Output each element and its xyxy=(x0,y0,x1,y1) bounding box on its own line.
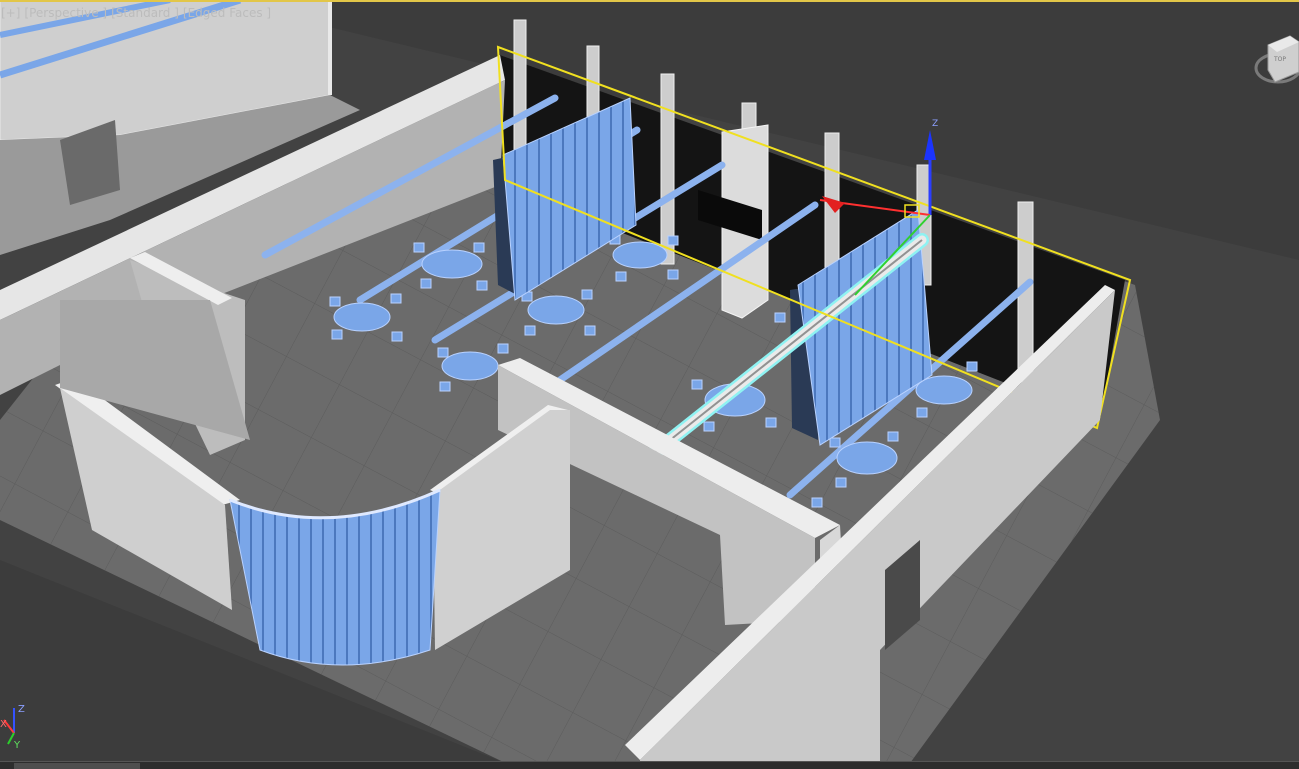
axis-x-label: X xyxy=(0,719,7,730)
viewport-shading-menu[interactable]: [Standard ] xyxy=(111,6,179,20)
gizmo-z-arrow xyxy=(924,130,936,160)
perspective-viewport[interactable]: Z TOP Z X Y [+] [Perspective ] [Standard… xyxy=(0,0,1299,769)
axis-tripod-icon: Z X Y xyxy=(0,704,25,751)
viewcube-face-label: TOP xyxy=(1273,56,1286,63)
viewport-faces-menu[interactable]: [Edged Faces ] xyxy=(183,6,271,20)
scene-canvas[interactable]: Z TOP Z X Y xyxy=(0,0,1299,769)
bottom-tab[interactable] xyxy=(14,763,140,769)
axis-z-label: Z xyxy=(18,704,25,715)
viewport-label-menu: [+] [Perspective ] [Standard ] [Edged Fa… xyxy=(1,6,271,20)
active-viewport-border xyxy=(0,0,1299,2)
viewport-point-of-view-menu[interactable]: [Perspective ] xyxy=(24,6,107,20)
axis-y-label: Y xyxy=(13,740,21,751)
viewcube-icon[interactable]: TOP xyxy=(1254,35,1299,84)
bottom-strip xyxy=(0,761,1299,769)
gizmo-z-label: Z xyxy=(932,119,938,129)
viewport-general-menu[interactable]: [+] xyxy=(1,6,20,20)
curved-wall[interactable] xyxy=(229,488,441,666)
